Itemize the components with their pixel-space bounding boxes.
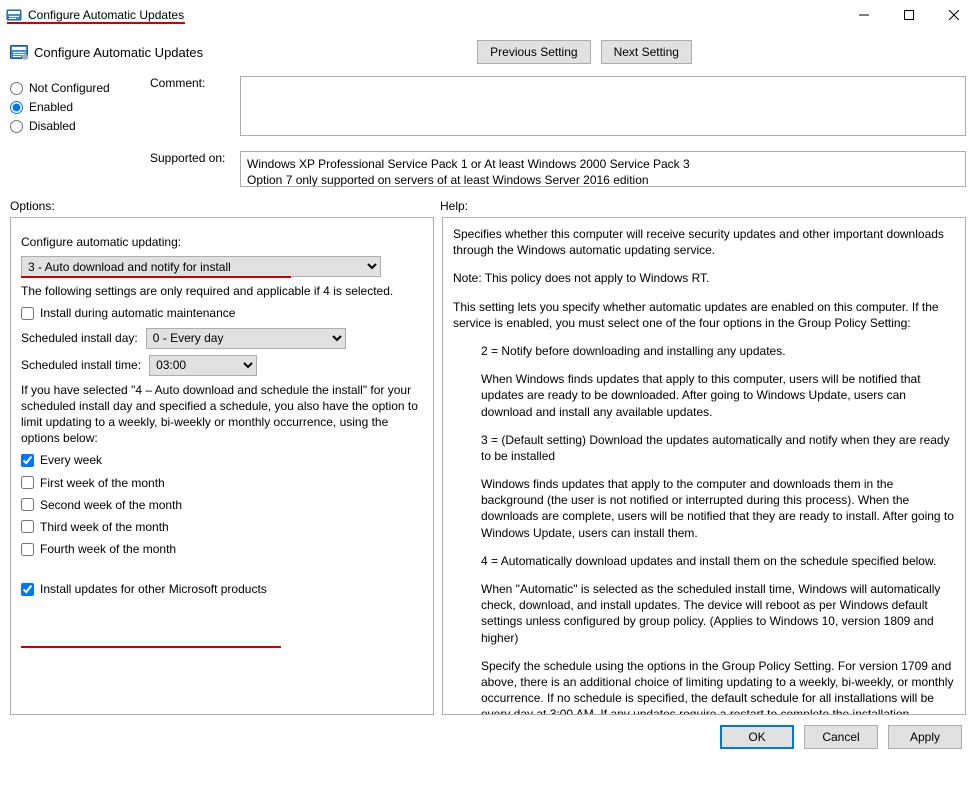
radio-disabled-input[interactable] [10,120,23,133]
sched-time-select[interactable]: 03:00 [149,355,257,376]
policy-icon [10,43,28,61]
second-week-label: Second week of the month [40,497,182,513]
help-p9: Specify the schedule using the options i… [453,658,955,715]
ok-button[interactable]: OK [720,725,794,749]
options-header: Options: [10,199,440,213]
other-products-checkbox[interactable] [21,583,34,596]
help-p5: 3 = (Default setting) Download the updat… [453,432,955,464]
annotation-underline [21,276,291,278]
first-week-label: First week of the month [40,475,165,491]
previous-setting-button[interactable]: Previous Setting [477,40,590,64]
fourth-week-row[interactable]: Fourth week of the month [21,541,423,557]
window-title: Configure Automatic Updates [28,8,184,22]
sched-time-label: Scheduled install time: [21,357,141,373]
comment-textarea[interactable] [240,76,966,136]
options-panel[interactable]: Configure automatic updating: 3 - Auto d… [10,217,434,715]
help-p2: This setting lets you specify whether au… [453,299,955,331]
configure-updating-label: Configure automatic updating: [21,234,423,250]
help-panel[interactable]: Specifies whether this computer will rec… [442,217,966,715]
install-maintenance-row[interactable]: Install during automatic maintenance [21,305,423,321]
cancel-button[interactable]: Cancel [804,725,878,749]
help-p8: When "Automatic" is selected as the sche… [453,581,955,646]
help-p3: 2 = Notify before downloading and instal… [453,343,955,359]
minimize-button[interactable] [841,1,886,29]
titlebar: Configure Automatic Updates [0,0,976,30]
header-row: Configure Automatic Updates Previous Set… [0,30,976,76]
third-week-label: Third week of the month [40,519,169,535]
radio-disabled-label: Disabled [29,119,76,133]
install-maintenance-label: Install during automatic maintenance [40,305,235,321]
install-maintenance-checkbox[interactable] [21,307,34,320]
fourth-week-label: Fourth week of the month [40,541,176,557]
close-button[interactable] [931,1,976,29]
policy-title: Configure Automatic Updates [34,45,203,60]
help-header: Help: [440,199,966,213]
schedule-explain: If you have selected "4 – Auto download … [21,382,423,447]
first-week-checkbox[interactable] [21,476,34,489]
sched-day-label: Scheduled install day: [21,330,138,346]
help-p7: 4 = Automatically download updates and i… [453,553,955,569]
radio-not-configured-label: Not Configured [29,81,110,95]
every-week-row[interactable]: Every week [21,452,423,468]
help-p6: Windows finds updates that apply to the … [453,476,955,541]
radio-not-configured[interactable]: Not Configured [10,81,140,95]
annotation-underline [21,646,281,648]
annotation-underline [7,22,185,24]
radio-disabled[interactable]: Disabled [10,119,140,133]
help-p0: Specifies whether this computer will rec… [453,226,955,258]
configure-updating-select[interactable]: 3 - Auto download and notify for install [21,256,381,277]
first-week-row[interactable]: First week of the month [21,475,423,491]
policy-app-icon [6,7,22,23]
other-products-label: Install updates for other Microsoft prod… [40,581,267,597]
every-week-checkbox[interactable] [21,454,34,467]
comment-label: Comment: [150,76,205,90]
supported-on-line2: Option 7 only supported on servers of at… [247,172,959,187]
other-products-row[interactable]: Install updates for other Microsoft prod… [21,581,423,597]
footer: OK Cancel Apply [0,715,976,749]
next-setting-button[interactable]: Next Setting [601,40,692,64]
help-p4: When Windows finds updates that apply to… [453,371,955,420]
note-required: The following settings are only required… [21,283,423,299]
apply-button[interactable]: Apply [888,725,962,749]
third-week-checkbox[interactable] [21,520,34,533]
second-week-row[interactable]: Second week of the month [21,497,423,513]
help-p1: Note: This policy does not apply to Wind… [453,270,955,286]
third-week-row[interactable]: Third week of the month [21,519,423,535]
supported-on-box[interactable]: Windows XP Professional Service Pack 1 o… [240,151,966,187]
supported-on-line1: Windows XP Professional Service Pack 1 o… [247,156,959,172]
radio-enabled-input[interactable] [10,101,23,114]
every-week-label: Every week [40,452,102,468]
fourth-week-checkbox[interactable] [21,543,34,556]
supported-on-label: Supported on: [150,151,225,165]
maximize-button[interactable] [886,1,931,29]
radio-not-configured-input[interactable] [10,82,23,95]
radio-enabled-label: Enabled [29,100,73,114]
second-week-checkbox[interactable] [21,498,34,511]
radio-enabled[interactable]: Enabled [10,100,140,114]
sched-day-select[interactable]: 0 - Every day [146,328,346,349]
